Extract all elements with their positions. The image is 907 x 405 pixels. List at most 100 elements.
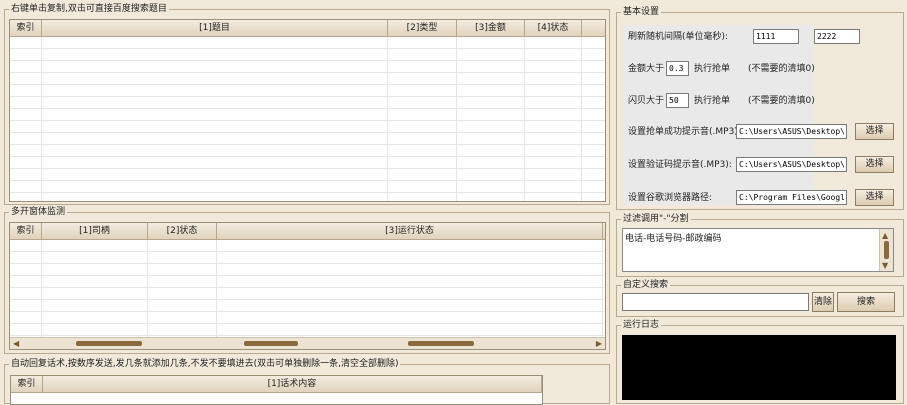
monitor-horizontal-scrollbar[interactable]: ◀ ▶ — [10, 337, 605, 349]
column-header-reply-content[interactable]: [1]话术内容 — [43, 376, 542, 392]
table-row[interactable] — [10, 252, 605, 264]
table-cell — [525, 97, 582, 108]
reply-table[interactable]: 索引 [1]话术内容 — [10, 375, 543, 405]
scroll-down-icon[interactable]: ▼ — [882, 260, 888, 271]
table-cell — [388, 121, 457, 132]
column-header-index[interactable]: 索引 — [10, 20, 42, 36]
filter-textarea[interactable]: 电话-电话号码-邮政编码 ▲ ▼ — [622, 228, 894, 272]
refresh-max-input[interactable] — [814, 29, 860, 44]
search-input[interactable] — [622, 293, 809, 311]
table-cell — [10, 85, 42, 96]
scroll-right-icon[interactable]: ▶ — [596, 338, 602, 349]
table-row[interactable] — [10, 49, 605, 61]
success-sound-path-input[interactable] — [736, 124, 847, 139]
table-cell — [388, 73, 457, 84]
column-header-type[interactable]: [2]类型 — [388, 20, 457, 36]
column-header-index[interactable]: 索引 — [10, 223, 42, 239]
table-cell — [217, 312, 603, 323]
table-row[interactable] — [10, 193, 605, 201]
column-header-amount[interactable]: [3]金额 — [457, 20, 525, 36]
table-cell — [388, 37, 457, 48]
table-cell — [148, 324, 217, 335]
table-row[interactable] — [10, 300, 605, 312]
table-cell — [525, 169, 582, 180]
column-header-run-state[interactable]: [3]运行状态 — [217, 223, 603, 239]
table-cell — [388, 145, 457, 156]
table-row[interactable] — [10, 37, 605, 49]
scroll-up-icon[interactable]: ▲ — [882, 230, 888, 241]
table-cell — [217, 276, 603, 287]
table-row[interactable] — [10, 85, 605, 97]
table-cell — [525, 133, 582, 144]
question-table[interactable]: 索引 [1]题目 [2]类型 [3]金额 [4]状态 — [9, 19, 606, 202]
table-cell — [148, 252, 217, 263]
search-button[interactable]: 搜索 — [837, 292, 895, 312]
column-header-question[interactable]: [1]题目 — [42, 20, 388, 36]
refresh-min-input[interactable] — [753, 29, 799, 44]
table-row[interactable] — [10, 121, 605, 133]
question-table-rows — [10, 37, 605, 201]
log-output[interactable] — [622, 335, 896, 400]
captcha-sound-path-input[interactable] — [736, 157, 847, 172]
table-cell — [388, 181, 457, 192]
scroll-left-icon[interactable]: ◀ — [13, 338, 19, 349]
scroll-thumb[interactable] — [76, 341, 142, 346]
table-cell — [42, 193, 388, 201]
table-cell — [217, 324, 603, 335]
table-cell — [217, 240, 603, 251]
chrome-path-label: 设置谷歌浏览器路径: — [628, 193, 713, 203]
table-cell — [217, 300, 603, 311]
scroll-thumb[interactable] — [408, 341, 474, 346]
table-cell — [388, 109, 457, 120]
table-row[interactable] — [10, 312, 605, 324]
table-cell — [388, 61, 457, 72]
table-row[interactable] — [10, 97, 605, 109]
shell-input[interactable] — [666, 93, 689, 108]
monitor-table[interactable]: 索引 [1]司柄 [2]状态 [3]运行状态 — [9, 222, 606, 350]
table-cell — [42, 169, 388, 180]
table-cell — [457, 133, 525, 144]
table-cell — [10, 121, 42, 132]
choose-captcha-sound-button[interactable]: 选择 — [855, 156, 894, 173]
amount-input[interactable] — [666, 61, 689, 76]
table-row[interactable] — [10, 169, 605, 181]
table-row[interactable] — [10, 324, 605, 336]
table-row[interactable] — [10, 276, 605, 288]
column-header-status[interactable]: [4]状态 — [525, 20, 582, 36]
table-row[interactable] — [10, 157, 605, 169]
table-row[interactable] — [10, 181, 605, 193]
log-group-title: 运行日志 — [621, 319, 662, 331]
table-cell — [10, 61, 42, 72]
column-header-index[interactable]: 索引 — [11, 376, 43, 392]
table-row[interactable] — [10, 240, 605, 252]
choose-success-sound-button[interactable]: 选择 — [855, 123, 894, 140]
table-row[interactable] — [10, 133, 605, 145]
table-cell — [148, 264, 217, 275]
choose-chrome-path-button[interactable]: 选择 — [855, 189, 894, 206]
table-row[interactable] — [10, 264, 605, 276]
table-cell — [457, 157, 525, 168]
table-row[interactable] — [10, 288, 605, 300]
table-row[interactable] — [10, 61, 605, 73]
scroll-thumb[interactable] — [884, 241, 889, 259]
column-header-handle[interactable]: [1]司柄 — [42, 223, 148, 239]
table-cell — [457, 97, 525, 108]
table-cell — [42, 109, 388, 120]
clear-button[interactable]: 清除 — [812, 292, 834, 312]
scroll-thumb[interactable] — [244, 341, 298, 346]
table-cell — [388, 169, 457, 180]
captcha-sound-label: 设置验证码提示音(.MP3): — [628, 160, 732, 170]
filter-vertical-scrollbar[interactable]: ▲ ▼ — [879, 229, 893, 271]
chrome-path-input[interactable] — [736, 190, 847, 205]
column-header-state[interactable]: [2]状态 — [148, 223, 217, 239]
table-cell — [42, 37, 388, 48]
table-cell — [525, 85, 582, 96]
table-cell — [388, 49, 457, 60]
table-row[interactable] — [10, 73, 605, 85]
table-row[interactable] — [10, 109, 605, 121]
table-row[interactable] — [10, 145, 605, 157]
table-cell — [10, 145, 42, 156]
table-cell — [148, 288, 217, 299]
table-cell — [525, 61, 582, 72]
table-cell — [42, 300, 148, 311]
